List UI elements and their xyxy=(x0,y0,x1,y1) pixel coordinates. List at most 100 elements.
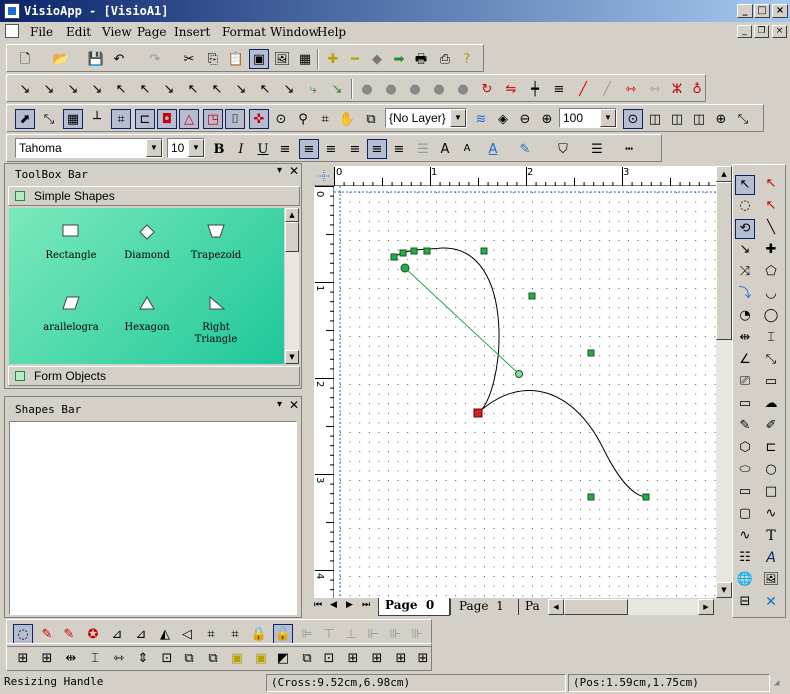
group-form-objects[interactable]: Form Objects xyxy=(8,366,300,386)
same-height-icon[interactable]: ⇕ xyxy=(133,648,153,668)
line-tool-icon[interactable]: ╱ xyxy=(573,79,593,99)
curve-tool-icon[interactable]: ╱ xyxy=(597,79,617,99)
send-back-icon[interactable]: ⧉ xyxy=(203,648,223,668)
copy-icon[interactable]: ⎘ xyxy=(203,49,223,69)
art-text-icon[interactable]: A xyxy=(761,549,781,569)
drawing-canvas[interactable] xyxy=(334,186,716,598)
connector-f-icon[interactable]: ↘ xyxy=(231,79,251,99)
speech-bubble-icon[interactable]: ▭ xyxy=(735,395,755,415)
subselect-tool-icon[interactable]: ↖ xyxy=(761,175,781,195)
arc-tool-icon[interactable]: ◡ xyxy=(761,285,781,305)
layer-props-icon[interactable]: ⧉ xyxy=(361,109,381,129)
zoom-out-icon[interactable]: ⊖ xyxy=(515,109,535,129)
zoom-in-icon[interactable]: ⊕ xyxy=(537,109,557,129)
line-weight-icon[interactable]: ☰ xyxy=(587,139,607,159)
connector-start-icon[interactable]: ↘ xyxy=(39,79,59,99)
connector-a-icon[interactable]: ↖ xyxy=(111,79,131,99)
arrow-tool-icon[interactable]: ↘ xyxy=(735,241,755,261)
zoom-custom-icon[interactable]: ⊕ xyxy=(711,109,731,129)
freehand-tool-icon[interactable]: ◯ xyxy=(761,307,781,327)
insert-row-icon[interactable]: ⊞ xyxy=(367,648,387,668)
flip-h-icon[interactable]: ⊿ xyxy=(107,624,127,644)
polyline-tool-icon[interactable]: ⤨ xyxy=(735,263,755,283)
distribute-h-icon[interactable]: ⇹ xyxy=(61,648,81,668)
flip-v-icon[interactable]: ⊿ xyxy=(131,624,151,644)
cut-icon[interactable]: ✂ xyxy=(179,49,199,69)
doc-minimize-button[interactable]: _ xyxy=(737,25,752,38)
frame-icon[interactable]: ⌷ xyxy=(225,109,245,129)
circle-tool-icon[interactable]: ○ xyxy=(761,461,781,481)
lasso-icon[interactable]: ♁ xyxy=(687,79,707,99)
center-v-icon[interactable]: ⊪ xyxy=(407,624,427,644)
paste-icon[interactable]: 📋 xyxy=(226,49,246,69)
node-tool-icon[interactable]: ↖ xyxy=(761,197,781,217)
table-tool-icon[interactable]: ⊟ xyxy=(735,593,755,613)
font-combo[interactable]: Tahoma ▼ xyxy=(15,138,163,158)
tab-page-1[interactable]: Page 1 xyxy=(450,599,522,615)
prev-page-icon[interactable]: ◀ xyxy=(330,600,337,610)
bounds-icon[interactable]: ◘ xyxy=(157,109,177,129)
control-point[interactable] xyxy=(515,370,523,378)
chevron-down-icon[interactable]: ▼ xyxy=(188,139,204,157)
last-page-icon[interactable]: ⏭ xyxy=(362,600,370,610)
close-button[interactable]: × xyxy=(772,4,788,18)
globe-icon[interactable]: 🌐 xyxy=(735,571,755,591)
polygon-tool-icon[interactable]: ⬠ xyxy=(761,263,781,283)
dimension-h-icon[interactable]: ⇹ xyxy=(735,329,755,349)
brush-tool-icon[interactable]: ✐ xyxy=(761,417,781,437)
scroll-down-icon[interactable]: ▼ xyxy=(716,582,732,598)
flip-icon[interactable]: ⇋ xyxy=(501,79,521,99)
space-v-icon[interactable]: ⊞ xyxy=(37,648,57,668)
snap-grid-icon[interactable]: ⌗ xyxy=(111,109,131,129)
control-point[interactable] xyxy=(400,263,410,273)
bullets-icon[interactable]: ☰ xyxy=(413,139,433,159)
shape-tool-icon[interactable]: ⊏ xyxy=(761,439,781,459)
fill-color-icon[interactable]: ⛉ xyxy=(553,139,573,159)
order-icon[interactable]: ◩ xyxy=(273,648,293,668)
tab-page-2[interactable]: Pa xyxy=(518,599,544,615)
undo-icon[interactable]: ↶ xyxy=(109,49,129,69)
insert-col-icon[interactable]: ⊞ xyxy=(391,648,411,668)
rotate-mode-icon[interactable]: ⚲ xyxy=(293,109,313,129)
doc-restore-button[interactable]: ❐ xyxy=(754,25,769,38)
menu-page[interactable]: Page xyxy=(137,25,166,39)
doc-close-button[interactable]: × xyxy=(772,25,787,38)
corner-icon[interactable]: ◳ xyxy=(203,109,223,129)
rotate-free-icon[interactable]: ✪ xyxy=(83,624,103,644)
table-icon[interactable]: ▦ xyxy=(295,49,315,69)
scroll-thumb[interactable] xyxy=(564,599,628,615)
mirror-h-icon[interactable]: ⇿ xyxy=(621,79,641,99)
unlock-icon[interactable]: 🔓 xyxy=(273,624,293,644)
panel-menu-icon[interactable]: ▾ xyxy=(277,399,282,410)
underline-icon[interactable]: U xyxy=(253,139,273,159)
scroll-up-icon[interactable]: ▲ xyxy=(716,166,732,182)
document-icon[interactable] xyxy=(5,24,19,38)
page-size-icon[interactable]: ⧉ xyxy=(297,648,317,668)
save-icon[interactable]: 💾 xyxy=(86,49,106,69)
italic-icon[interactable]: I xyxy=(231,139,251,159)
right-triangle-icon[interactable] xyxy=(209,296,225,310)
align-right-obj-icon[interactable]: ⊩ xyxy=(363,624,383,644)
fit-page-icon[interactable]: ⊡ xyxy=(319,648,339,668)
resize-handle[interactable] xyxy=(587,493,595,501)
help-icon[interactable]: ? xyxy=(457,49,477,69)
distribute-v-icon[interactable]: ⌶ xyxy=(85,648,105,668)
scroll-thumb[interactable] xyxy=(285,222,299,252)
skew-icon[interactable]: ◁ xyxy=(177,624,197,644)
connect-points-icon[interactable]: ✜ xyxy=(249,109,269,129)
zoom-mode-icon[interactable]: ⊙ xyxy=(271,109,291,129)
cloud-icon[interactable]: ☁ xyxy=(761,395,781,415)
new-icon[interactable]: 🗋 xyxy=(15,49,35,69)
wave-tool-icon[interactable]: ∿ xyxy=(761,505,781,525)
next-page-icon[interactable]: ▶ xyxy=(346,600,353,610)
sine-tool-icon[interactable]: ∿ xyxy=(735,527,755,547)
scroll-thumb[interactable] xyxy=(716,182,732,340)
align-top-obj-icon[interactable]: ⊤ xyxy=(319,624,339,644)
layer-edit-icon[interactable]: ◈ xyxy=(493,109,513,129)
menu-format[interactable]: Format xyxy=(222,25,266,39)
canvas-vscrollbar[interactable]: ▲ ▼ xyxy=(716,166,732,598)
menu-view[interactable]: View xyxy=(102,25,132,39)
same-size-icon[interactable]: ⊡ xyxy=(157,648,177,668)
connector-h-icon[interactable]: ↘ xyxy=(279,79,299,99)
scroll-up-icon[interactable]: ▲ xyxy=(285,208,299,222)
